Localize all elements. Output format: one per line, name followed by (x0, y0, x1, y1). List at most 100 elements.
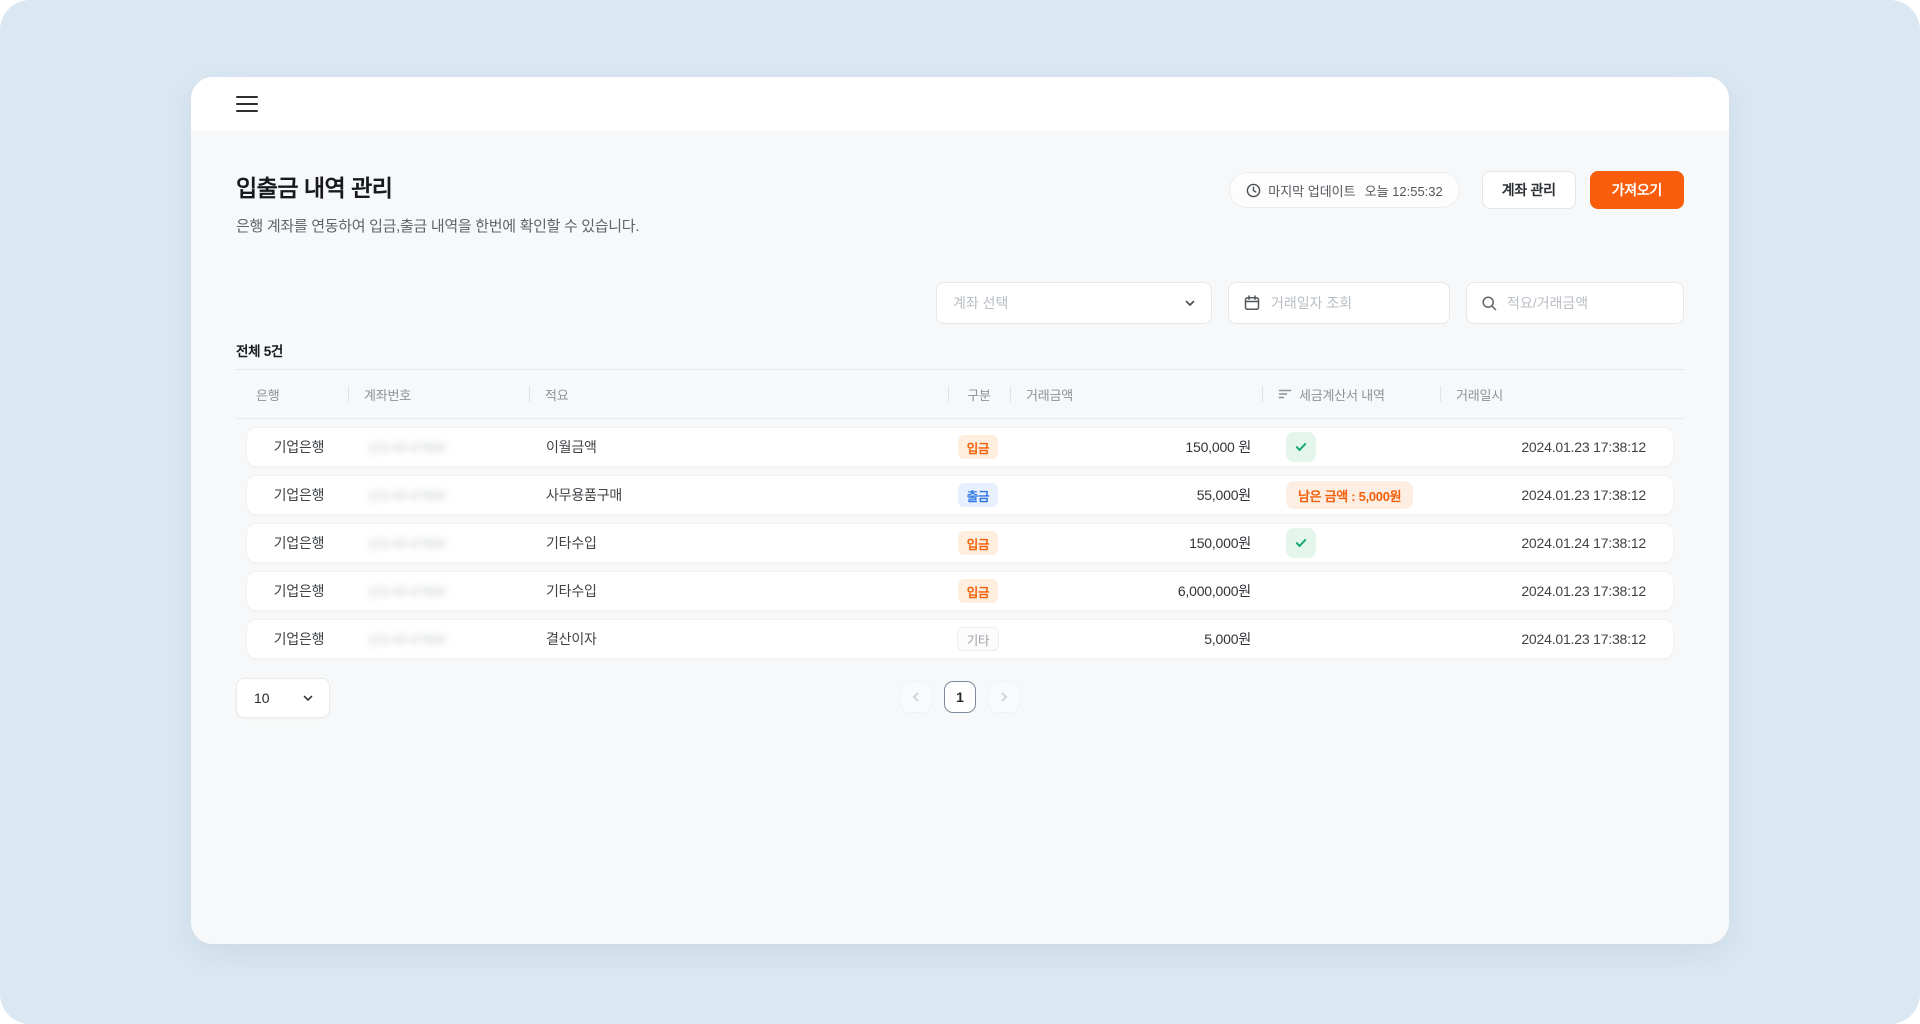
cell-account-number: 123-45-67890 (351, 439, 530, 455)
cell-amount: 5,000원 (1009, 629, 1261, 649)
clock-icon (1246, 183, 1261, 198)
last-update-label: 마지막 업데이트 (1268, 181, 1355, 200)
app-window: 입출금 내역 관리 은행 계좌를 연동하여 입금,출금 내역을 한번에 확인할 … (191, 77, 1729, 944)
cell-amount: 150,000원 (1009, 533, 1261, 553)
cell-transaction-date: 2024.01.23 17:38:12 (1439, 439, 1673, 455)
table-row[interactable]: 기업은행 123-45-67890 결산이자 기타 5,000원 (246, 619, 1674, 659)
cell-description: 사무용품구매 (530, 485, 947, 505)
col-amount: 거래금액 (1010, 370, 1262, 418)
chevron-left-icon (910, 691, 922, 703)
cell-transaction-date: 2024.01.23 17:38:12 (1439, 631, 1673, 647)
table-row[interactable]: 기업은행 123-45-67890 사무용품구매 출금 55,000원 (246, 475, 1674, 515)
col-account-number: 계좌번호 (348, 370, 529, 418)
cell-bank: 기업은행 (247, 629, 351, 649)
current-page-button[interactable]: 1 (944, 681, 976, 713)
cell-transaction-date: 2024.01.23 17:38:12 (1439, 487, 1673, 503)
cell-amount: 6,000,000원 (1009, 581, 1261, 601)
header-actions: 마지막 업데이트 오늘 12:55:32 계좌 관리 가져오기 (1229, 171, 1684, 209)
account-number-blurred: 123-45-67890 (367, 584, 446, 599)
prev-page-button[interactable] (900, 681, 932, 713)
chevron-down-icon (301, 691, 315, 705)
col-type: 구분 (948, 370, 1010, 418)
filter-bar: 계좌 선택 거래일자 조회 (236, 282, 1684, 324)
cell-type: 입금 (947, 531, 1009, 555)
page-header: 입출금 내역 관리 은행 계좌를 연동하여 입금,출금 내역을 한번에 확인할 … (236, 169, 1684, 236)
total-count-label: 전체 5건 (236, 340, 1684, 360)
top-bar (191, 77, 1729, 131)
remaining-amount-badge[interactable]: 남은 금액 : 5,000원 (1286, 481, 1413, 509)
hamburger-menu-icon[interactable] (236, 96, 258, 112)
search-icon (1481, 295, 1498, 312)
check-icon (1294, 440, 1308, 454)
cell-account-number: 123-45-67890 (351, 535, 530, 551)
col-description: 적요 (529, 370, 948, 418)
cell-transaction-date: 2024.01.23 17:38:12 (1439, 583, 1673, 599)
table-header: 은행 계좌번호 적요 구분 거래금액 세금계산서 내역 거래일시 (236, 369, 1684, 419)
cell-bank: 기업은행 (247, 581, 351, 601)
account-number-blurred: 123-45-67890 (367, 488, 446, 503)
page-subtitle: 은행 계좌를 연동하여 입금,출금 내역을 한번에 확인할 수 있습니다. (236, 215, 639, 236)
cell-tax-invoice (1261, 432, 1439, 462)
col-tax-invoice: 세금계산서 내역 (1262, 370, 1440, 418)
cell-description: 결산이자 (530, 629, 947, 649)
tax-check-badge[interactable] (1286, 432, 1316, 462)
table-body: 기업은행 123-45-67890 이월금액 입금 150,000 원 (236, 427, 1684, 659)
pager: 1 (900, 681, 1020, 713)
page-size-select[interactable]: 10 (236, 678, 330, 718)
cell-bank: 기업은행 (247, 437, 351, 457)
cell-account-number: 123-45-67890 (351, 583, 530, 599)
cell-amount: 55,000원 (1009, 485, 1261, 505)
type-badge: 출금 (958, 483, 998, 507)
cell-bank: 기업은행 (247, 533, 351, 553)
type-badge: 입금 (958, 531, 998, 555)
table-row[interactable]: 기업은행 123-45-67890 기타수입 입금 6,000,000원 (246, 571, 1674, 611)
cell-account-number: 123-45-67890 (351, 487, 530, 503)
col-bank: 은행 (236, 370, 348, 418)
current-page-number: 1 (956, 689, 964, 705)
last-update-value: 오늘 12:55:32 (1365, 181, 1443, 200)
main-content: 입출금 내역 관리 은행 계좌를 연동하여 입금,출금 내역을 한번에 확인할 … (191, 131, 1729, 944)
account-number-blurred: 123-45-67890 (367, 536, 446, 551)
type-badge: 입금 (958, 579, 998, 603)
account-number-blurred: 123-45-67890 (367, 632, 446, 647)
page-size-value: 10 (254, 690, 270, 706)
account-select-dropdown[interactable]: 계좌 선택 (936, 282, 1212, 324)
next-page-button[interactable] (988, 681, 1020, 713)
pagination-row: 10 (236, 678, 1684, 718)
cell-description: 기타수입 (530, 581, 947, 601)
cell-description: 기타수입 (530, 533, 947, 553)
cell-type: 출금 (947, 483, 1009, 507)
cell-transaction-date: 2024.01.24 17:38:12 (1439, 535, 1673, 551)
cell-account-number: 123-45-67890 (351, 631, 530, 647)
cell-amount: 150,000 원 (1009, 437, 1261, 457)
account-select-placeholder: 계좌 선택 (953, 293, 1183, 313)
tax-check-badge[interactable] (1286, 528, 1316, 558)
col-transaction-date: 거래일시 (1440, 370, 1684, 418)
date-range-input[interactable]: 거래일자 조회 (1228, 282, 1450, 324)
title-block: 입출금 내역 관리 은행 계좌를 연동하여 입금,출금 내역을 한번에 확인할 … (236, 169, 639, 236)
type-badge: 입금 (958, 435, 998, 459)
cell-bank: 기업은행 (247, 485, 351, 505)
cell-tax-invoice: 남은 금액 : 5,000원 (1261, 481, 1439, 509)
table-row[interactable]: 기업은행 123-45-67890 이월금액 입금 150,000 원 (246, 427, 1674, 467)
import-button[interactable]: 가져오기 (1590, 171, 1684, 209)
type-badge: 기타 (957, 627, 999, 651)
account-number-blurred: 123-45-67890 (367, 440, 446, 455)
calendar-icon (1243, 294, 1261, 312)
chevron-right-icon (998, 691, 1010, 703)
page-background: 입출금 내역 관리 은행 계좌를 연동하여 입금,출금 내역을 한번에 확인할 … (0, 0, 1920, 1024)
page-title: 입출금 내역 관리 (236, 169, 639, 203)
search-placeholder: 적요/거래금액 (1507, 293, 1669, 313)
cell-type: 입금 (947, 435, 1009, 459)
cell-type: 입금 (947, 579, 1009, 603)
chevron-down-icon (1183, 296, 1197, 310)
account-manage-button[interactable]: 계좌 관리 (1482, 171, 1576, 209)
last-update-pill: 마지막 업데이트 오늘 12:55:32 (1229, 172, 1459, 208)
cell-description: 이월금액 (530, 437, 947, 457)
date-placeholder: 거래일자 조회 (1271, 293, 1435, 313)
filter-lines-icon (1278, 388, 1292, 400)
table-row[interactable]: 기업은행 123-45-67890 기타수입 입금 150,000원 (246, 523, 1674, 563)
search-input[interactable]: 적요/거래금액 (1466, 282, 1684, 324)
cell-type: 기타 (947, 627, 1009, 651)
check-icon (1294, 536, 1308, 550)
